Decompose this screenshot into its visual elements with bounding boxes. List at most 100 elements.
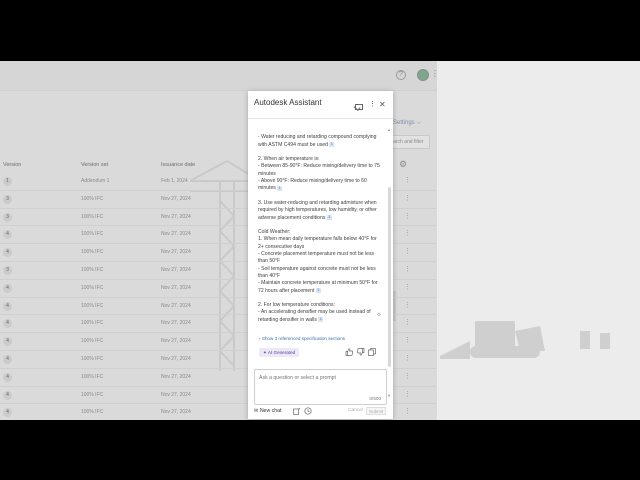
- new-chat-icon: ✉: [254, 408, 259, 414]
- history-icon[interactable]: [304, 407, 312, 417]
- issuance-date-cell: Nov 27, 2024: [161, 284, 191, 291]
- version-set-cell: 100% IFC: [81, 195, 104, 202]
- version-badge: 3: [3, 194, 12, 204]
- column-header-version[interactable]: Version: [3, 162, 21, 168]
- letterbox-bottom: [0, 420, 640, 480]
- row-menu-icon[interactable]: ⋮: [404, 372, 411, 380]
- row-menu-icon[interactable]: ⋮: [404, 212, 411, 220]
- column-header-issuance-date[interactable]: Issuance date: [161, 162, 195, 168]
- version-badge: 4: [3, 372, 12, 382]
- row-menu-icon[interactable]: ⋮: [404, 407, 411, 415]
- version-set-cell: 100% IFC: [81, 284, 104, 291]
- citation-badge[interactable]: 1: [277, 185, 283, 191]
- issuance-date-cell: Nov 27, 2024: [161, 409, 191, 416]
- scroll-down-icon[interactable]: ▼: [387, 393, 391, 398]
- assistant-panel: Autodesk Assistant ⋮ ✕ - Water reducing …: [248, 91, 393, 419]
- row-menu-icon[interactable]: ⋮: [404, 283, 411, 291]
- version-set-cell: 100% IFC: [81, 409, 104, 416]
- version-badge: 1: [3, 177, 12, 186]
- version-badge: 4: [3, 283, 12, 293]
- version-badge: 4: [3, 337, 12, 347]
- app-top-bar: ? ⋮: [0, 61, 439, 91]
- machinery-illustration: [440, 321, 610, 359]
- character-counter: 0/500: [369, 396, 382, 401]
- version-badge: 4: [3, 390, 12, 400]
- prompt-library-icon[interactable]: [293, 407, 301, 417]
- prompt-input-box[interactable]: 0/500: [254, 369, 387, 405]
- version-set-cell: Addendum 1: [81, 178, 110, 184]
- more-vertical-icon[interactable]: ⋮: [369, 101, 376, 109]
- version-set-cell: 100% IFC: [81, 302, 104, 309]
- version-set-cell: 100% IFC: [81, 355, 104, 362]
- assistant-response: - Water reducing and retarding compound …: [258, 134, 380, 323]
- version-set-cell: 100% IFC: [81, 249, 104, 256]
- row-menu-icon[interactable]: ⋮: [404, 336, 411, 344]
- row-menu-icon[interactable]: ⋮: [404, 247, 411, 255]
- version-badge: 4: [3, 319, 12, 329]
- sparkle-icon[interactable]: ✧: [376, 311, 382, 319]
- issuance-date-cell: Nov 27, 2024: [161, 320, 191, 327]
- new-chat-button[interactable]: ✉ New chat: [254, 408, 281, 414]
- version-set-cell: 100% IFC: [81, 213, 104, 220]
- row-menu-icon[interactable]: ⋮: [404, 301, 411, 309]
- chevron-right-icon: ›: [259, 336, 261, 341]
- issuance-date-cell: Nov 27, 2024: [161, 213, 191, 220]
- close-icon[interactable]: ✕: [379, 101, 386, 109]
- scroll-up-icon[interactable]: ▲: [387, 127, 391, 132]
- issuance-date-cell: Nov 27, 2024: [161, 391, 191, 398]
- issuance-date-cell: Nov 27, 2024: [161, 355, 191, 362]
- issuance-date-cell: Nov 27, 2024: [161, 373, 191, 380]
- mail-icon[interactable]: [355, 104, 363, 110]
- version-set-cell: 100% IFC: [81, 391, 104, 398]
- chat-scrollbar[interactable]: ▲ ▼: [387, 127, 391, 398]
- version-badge: 3: [3, 265, 12, 275]
- citation-badge[interactable]: 1: [326, 214, 332, 220]
- prompt-input[interactable]: [259, 373, 383, 383]
- version-set-cell: 100% IFC: [81, 338, 104, 345]
- panel-title: Autodesk Assistant: [254, 98, 322, 107]
- submit-button[interactable]: Submit: [366, 407, 387, 415]
- issuance-date-cell: Nov 27, 2024: [161, 338, 191, 345]
- row-menu-icon[interactable]: ⋮: [404, 354, 411, 362]
- thumbs-down-icon[interactable]: [356, 348, 365, 358]
- column-header-version-set[interactable]: Version set: [81, 162, 108, 168]
- citation-badge[interactable]: 1: [315, 287, 321, 293]
- referenced-sections-toggle[interactable]: › Show 3 referenced specification sectio…: [259, 336, 345, 341]
- help-icon[interactable]: ?: [396, 70, 406, 80]
- header-divider: [248, 118, 393, 119]
- copy-icon[interactable]: [368, 348, 376, 358]
- version-set-cell: 100% IFC: [81, 231, 104, 238]
- issuance-date-cell: Nov 27, 2024: [161, 249, 191, 256]
- issuance-date-cell: Nov 27, 2024: [161, 266, 191, 273]
- letterbox-top: [0, 0, 640, 61]
- row-menu-icon[interactable]: ⋮: [404, 390, 411, 398]
- version-badge: 4: [3, 354, 12, 364]
- version-badge: 4: [3, 248, 12, 258]
- ai-generated-badge: ✦ AI Generated: [259, 348, 300, 357]
- gear-icon[interactable]: ⚙: [399, 159, 407, 170]
- version-badge: 4: [3, 230, 12, 240]
- row-menu-icon[interactable]: ⋮: [404, 318, 411, 326]
- citation-badge[interactable]: 1: [329, 141, 335, 147]
- app-menu-icon[interactable]: ⋮: [431, 69, 439, 78]
- row-menu-icon[interactable]: ⋮: [404, 194, 411, 202]
- row-menu-icon[interactable]: ⋮: [404, 265, 411, 273]
- version-set-cell: 100% IFC: [81, 320, 104, 327]
- version-set-cell: 100% IFC: [81, 373, 104, 380]
- version-badge: 4: [3, 408, 12, 418]
- thumbs-up-icon[interactable]: [345, 348, 354, 358]
- row-menu-icon[interactable]: ⋮: [404, 176, 411, 184]
- panel-footer: ✉ New chat Cancel Submit: [248, 407, 393, 419]
- issuance-date-cell: Nov 27, 2024: [161, 195, 191, 202]
- version-badge: 4: [3, 301, 12, 311]
- issuance-date-cell: Nov 27, 2024: [161, 231, 191, 238]
- row-menu-icon[interactable]: ⋮: [404, 229, 411, 237]
- version-set-cell: 100% IFC: [81, 266, 104, 273]
- citation-badge[interactable]: 1: [318, 316, 324, 322]
- issuance-date-cell: Feb 1, 2024: [161, 178, 188, 184]
- scroll-thumb[interactable]: [388, 187, 391, 367]
- cancel-button[interactable]: Cancel: [348, 408, 363, 413]
- avatar[interactable]: [417, 69, 429, 81]
- version-badge: 3: [3, 212, 12, 222]
- settings-link[interactable]: Settings: [393, 120, 421, 127]
